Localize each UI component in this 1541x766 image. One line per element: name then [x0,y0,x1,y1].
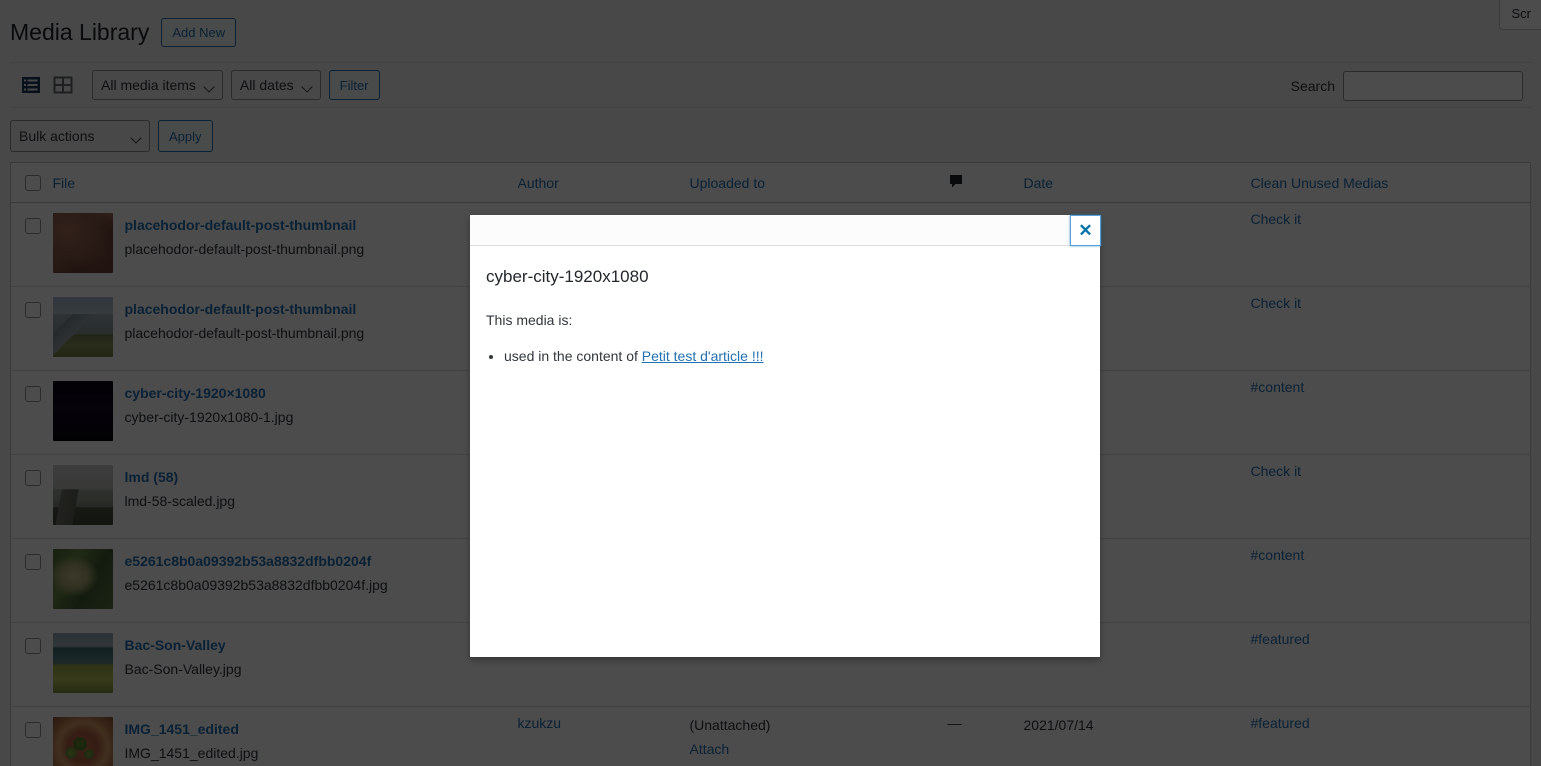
list-item: used in the content of Petit test d'arti… [504,345,1084,367]
modal-body: cyber-city-1920x1080 This media is: used… [470,246,1100,657]
modal-intro-text: This media is: [486,312,573,329]
modal-usage-list: used in the content of Petit test d'arti… [486,345,1084,367]
close-icon[interactable]: ✕ [1070,215,1101,246]
usage-prefix: used in the content of [504,348,642,365]
usage-post-link[interactable]: Petit test d'article !!! [642,348,764,364]
modal-header: ✕ [470,215,1101,246]
media-usage-modal: ✕ cyber-city-1920x1080 This media is: us… [470,215,1101,657]
modal-title: cyber-city-1920x1080 [486,267,649,286]
